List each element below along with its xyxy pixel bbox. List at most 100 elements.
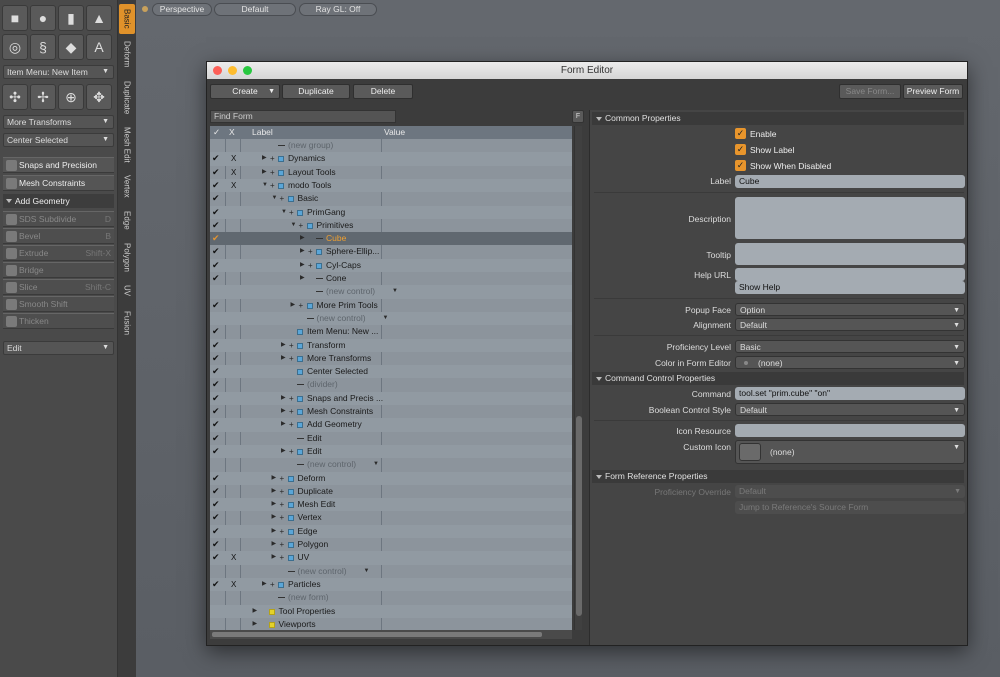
tree-row[interactable]: ✔ ▶ + Duplicate bbox=[210, 485, 572, 498]
bevel-button[interactable]: Bevel B bbox=[3, 228, 114, 244]
maximize-icon[interactable] bbox=[243, 66, 252, 75]
scroll-thumb[interactable] bbox=[576, 416, 582, 616]
enabled-check-icon[interactable]: ✔ bbox=[212, 179, 220, 192]
tree-row[interactable]: (new group) bbox=[210, 139, 572, 152]
slice-button[interactable]: Slice Shift-C bbox=[3, 279, 114, 295]
item-menu-dropdown[interactable]: Item Menu: New Item ▼ bbox=[3, 65, 114, 79]
collapse-arrow-icon[interactable]: ▼ bbox=[281, 206, 287, 219]
enabled-check-icon[interactable]: ✔ bbox=[212, 445, 220, 458]
boolean-control-style-dropdown[interactable]: Default ▼ bbox=[735, 403, 965, 416]
tree-row[interactable]: (new control) ▼ bbox=[210, 458, 572, 471]
collapse-arrow-icon[interactable]: ▼ bbox=[272, 192, 278, 205]
save-form-button[interactable]: Save Form... bbox=[839, 84, 901, 99]
collapse-arrow-icon[interactable]: ▼ bbox=[262, 179, 268, 192]
add-child-icon[interactable]: + bbox=[270, 152, 275, 165]
tree-row[interactable]: ✔ X ▶ + UV bbox=[210, 551, 572, 565]
expand-arrow-icon[interactable]: ▶ bbox=[272, 538, 277, 551]
chevron-down-icon[interactable]: ▼ bbox=[383, 312, 389, 325]
tree-row[interactable]: ✔ ▶ + Mesh Edit bbox=[210, 498, 572, 512]
expand-arrow-icon[interactable]: ▶ bbox=[272, 485, 277, 498]
add-child-icon[interactable]: + bbox=[289, 392, 294, 405]
snaps-precision-button[interactable]: Snaps and Precision bbox=[3, 157, 114, 173]
scroll-thumb[interactable] bbox=[212, 632, 542, 637]
expand-arrow-icon[interactable]: ▶ bbox=[262, 578, 267, 591]
smooth-shift-button[interactable]: Smooth Shift bbox=[3, 296, 114, 312]
find-button[interactable]: F bbox=[572, 110, 584, 123]
more-transforms-dropdown[interactable]: More Transforms ▼ bbox=[3, 115, 114, 129]
enabled-check-icon[interactable]: ✔ bbox=[212, 511, 220, 524]
tree-row[interactable]: ✔ ▶ + Cyl-Caps bbox=[210, 258, 572, 272]
close-icon[interactable] bbox=[213, 66, 222, 75]
add-child-icon[interactable]: + bbox=[289, 339, 294, 352]
add-child-icon[interactable]: + bbox=[280, 525, 285, 538]
tree-row[interactable]: ✔ ▼ + PrimGang bbox=[210, 205, 572, 219]
add-child-icon[interactable]: + bbox=[289, 405, 294, 418]
enabled-check-icon[interactable]: ✔ bbox=[212, 498, 220, 511]
add-child-icon[interactable]: + bbox=[308, 245, 313, 258]
expand-arrow-icon[interactable]: ▶ bbox=[281, 405, 286, 418]
enabled-check-icon[interactable]: ✔ bbox=[212, 392, 220, 405]
tree-row[interactable]: ✔ X ▼ + modo Tools bbox=[210, 178, 572, 193]
proficiency-override-dropdown[interactable]: Default ▼ bbox=[735, 485, 965, 498]
enabled-check-icon[interactable]: ✔ bbox=[212, 525, 220, 538]
minimize-icon[interactable] bbox=[228, 66, 237, 75]
window-titlebar[interactable]: Form Editor bbox=[207, 62, 967, 79]
cube-primitive-icon[interactable]: ■ bbox=[2, 5, 28, 31]
proficiency-level-dropdown[interactable]: Basic ▼ bbox=[735, 340, 965, 353]
enabled-check-icon[interactable]: ✔ bbox=[212, 299, 220, 312]
tab-duplicate[interactable]: Duplicate bbox=[119, 76, 135, 120]
form-reference-header[interactable]: Form Reference Properties bbox=[592, 470, 964, 483]
center-selected-dropdown[interactable]: Center Selected ▼ bbox=[3, 133, 114, 147]
tab-polygon[interactable]: Polygon bbox=[119, 238, 135, 276]
tree-row[interactable]: ✔ X ▶ + Dynamics bbox=[210, 152, 572, 166]
move-tool-icon[interactable]: ✣ bbox=[2, 84, 28, 110]
pen-tool-icon[interactable]: ◆ bbox=[58, 34, 84, 60]
add-child-icon[interactable]: + bbox=[289, 418, 294, 431]
enabled-check-icon[interactable]: ✔ bbox=[212, 378, 220, 391]
expand-arrow-icon[interactable]: ▶ bbox=[281, 392, 286, 405]
expand-arrow-icon[interactable]: ▶ bbox=[272, 551, 277, 564]
show-help-button[interactable]: Show Help bbox=[735, 281, 965, 294]
tree-row[interactable]: ✔ X ▶ + Particles bbox=[210, 577, 572, 592]
enable-checkbox[interactable]: ✓ bbox=[735, 128, 746, 139]
add-child-icon[interactable]: + bbox=[280, 551, 285, 564]
enabled-check-icon[interactable]: ✔ bbox=[212, 325, 220, 338]
add-child-icon[interactable]: + bbox=[280, 511, 285, 524]
add-child-icon[interactable]: + bbox=[289, 445, 294, 458]
color-dropdown[interactable]: (none) ▼ bbox=[735, 356, 965, 369]
common-properties-header[interactable]: Common Properties bbox=[592, 112, 964, 125]
expand-arrow-icon[interactable]: ▶ bbox=[300, 272, 305, 285]
add-child-icon[interactable]: + bbox=[289, 206, 294, 219]
cone-primitive-icon[interactable]: ▲ bbox=[86, 5, 112, 31]
tree-row[interactable]: ✔ ▶ + More Transforms bbox=[210, 352, 572, 365]
exclude-mark[interactable]: X bbox=[231, 551, 236, 564]
tree-row[interactable]: ✔ ▼ + Basic bbox=[210, 192, 572, 205]
tree-row[interactable]: ✔ Edit bbox=[210, 432, 572, 445]
expand-arrow-icon[interactable]: ▶ bbox=[281, 445, 286, 458]
expand-arrow-icon[interactable]: ▶ bbox=[262, 152, 267, 165]
tree-row[interactable]: ✔ ▶ + Vertex bbox=[210, 511, 572, 524]
expand-arrow-icon[interactable]: ▶ bbox=[281, 418, 286, 431]
add-child-icon[interactable]: + bbox=[270, 578, 275, 591]
enabled-check-icon[interactable]: ✔ bbox=[212, 219, 220, 232]
add-child-icon[interactable]: + bbox=[280, 192, 285, 205]
tab-deform[interactable]: Deform bbox=[119, 36, 135, 72]
expand-arrow-icon[interactable]: ▶ bbox=[300, 245, 305, 258]
add-child-icon[interactable]: + bbox=[270, 166, 275, 179]
value-column-header[interactable]: Value bbox=[384, 126, 405, 139]
add-child-icon[interactable]: + bbox=[289, 352, 294, 365]
add-child-icon[interactable]: + bbox=[280, 538, 285, 551]
tab-vertex[interactable]: Vertex bbox=[119, 170, 135, 202]
x-column-header[interactable]: X bbox=[229, 126, 235, 139]
exclude-mark[interactable]: X bbox=[231, 152, 236, 165]
enabled-check-icon[interactable]: ✔ bbox=[212, 432, 220, 445]
enabled-check-icon[interactable]: ✔ bbox=[212, 365, 220, 378]
sphere-primitive-icon[interactable]: ● bbox=[30, 5, 56, 31]
scale-tool-icon[interactable]: ⊕ bbox=[58, 84, 84, 110]
shading-default-button[interactable]: Default bbox=[214, 3, 296, 16]
expand-arrow-icon[interactable]: ▶ bbox=[272, 472, 277, 485]
expand-arrow-icon[interactable]: ▶ bbox=[300, 259, 305, 272]
enabled-check-icon[interactable]: ✔ bbox=[212, 352, 220, 365]
expand-arrow-icon[interactable]: ▶ bbox=[253, 605, 258, 618]
expand-arrow-icon[interactable]: ▶ bbox=[262, 166, 267, 179]
